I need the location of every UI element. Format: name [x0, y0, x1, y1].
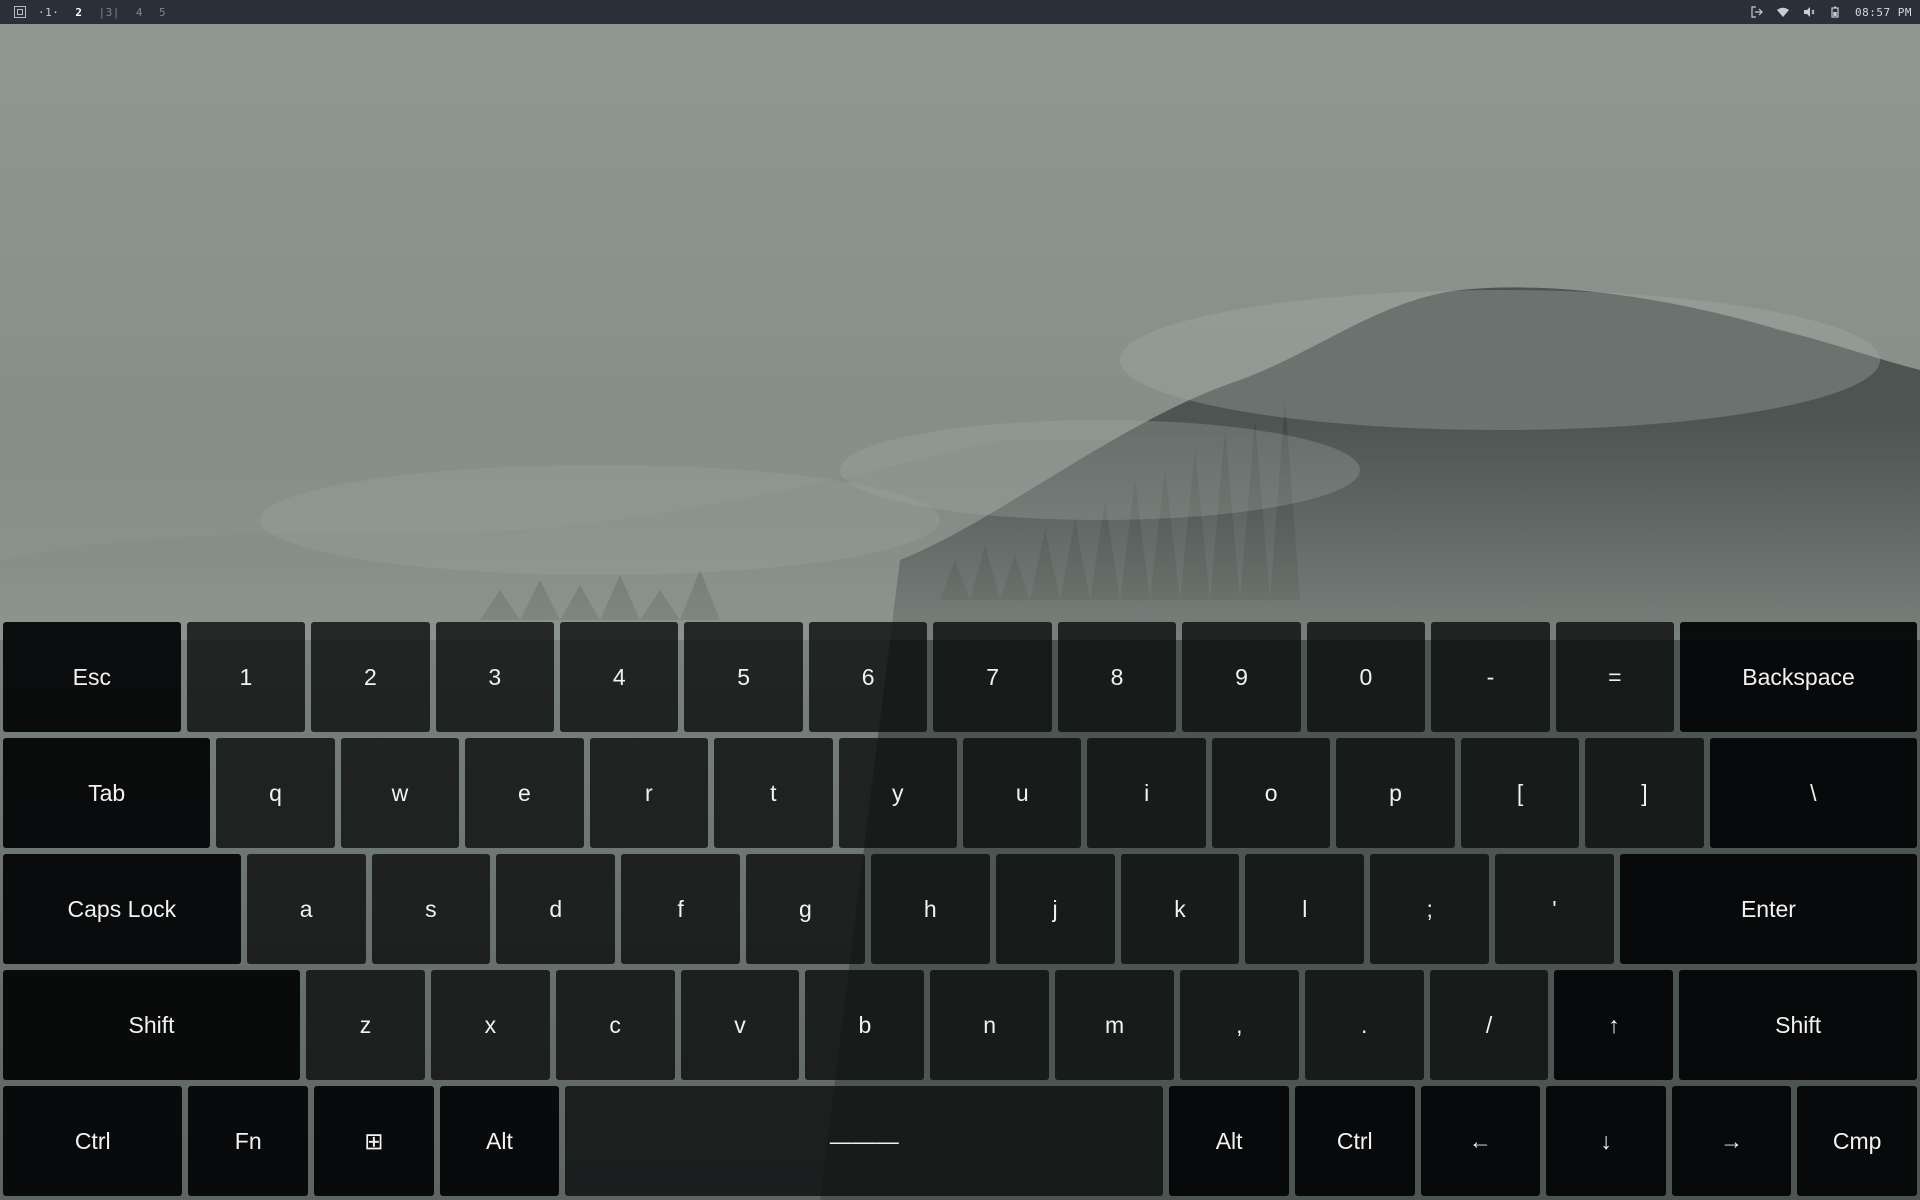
key-5[interactable]: 5 — [684, 622, 803, 732]
key-minus[interactable]: - — [1431, 622, 1550, 732]
key-d[interactable]: d — [496, 854, 616, 964]
key-n[interactable]: n — [930, 970, 1050, 1080]
key-arrow-left[interactable]: ← — [1420, 1086, 1541, 1196]
workspace-2[interactable]: 2 — [75, 6, 82, 19]
key-o[interactable]: o — [1211, 738, 1331, 848]
key-9[interactable]: 9 — [1182, 622, 1301, 732]
workspace-3[interactable]: |3| — [99, 6, 120, 19]
key-comma[interactable]: , — [1179, 970, 1299, 1080]
key-apostrophe[interactable]: ' — [1495, 854, 1614, 964]
key-ctrl-right[interactable]: Ctrl — [1294, 1086, 1415, 1196]
key-right-bracket[interactable]: ] — [1585, 738, 1704, 848]
key-r[interactable]: r — [589, 738, 709, 848]
key-esc[interactable]: Esc — [3, 622, 181, 732]
clock: 08:57 PM — [1855, 5, 1912, 19]
battery-icon[interactable] — [1829, 6, 1841, 18]
key-period[interactable]: . — [1304, 970, 1424, 1080]
key-super[interactable]: ⊞ — [314, 1086, 434, 1196]
key-shift-left[interactable]: Shift — [3, 970, 301, 1080]
key-q[interactable]: q — [216, 738, 335, 848]
key-3[interactable]: 3 — [435, 622, 555, 732]
volume-icon[interactable] — [1803, 6, 1815, 18]
key-k[interactable]: k — [1120, 854, 1240, 964]
layout-icon[interactable] — [14, 6, 26, 18]
key-u[interactable]: u — [963, 738, 1082, 848]
key-6[interactable]: 6 — [808, 622, 928, 732]
key-left-bracket[interactable]: [ — [1460, 738, 1580, 848]
key-alt-right[interactable]: Alt — [1169, 1086, 1289, 1196]
logout-icon[interactable] — [1751, 6, 1763, 18]
workspace-5[interactable]: 5 — [159, 6, 166, 19]
key-backslash[interactable]: \ — [1709, 738, 1917, 848]
key-s[interactable]: s — [371, 854, 491, 964]
key-y[interactable]: y — [838, 738, 957, 848]
key-tab[interactable]: Tab — [3, 738, 211, 848]
top-panel: ·1· 2 |3| 4 5 08:57 PM — [0, 0, 1920, 24]
key-b[interactable]: b — [805, 970, 925, 1080]
key-f[interactable]: f — [621, 854, 741, 964]
key-4[interactable]: 4 — [560, 622, 679, 732]
key-m[interactable]: m — [1055, 970, 1174, 1080]
key-ctrl-left[interactable]: Ctrl — [3, 1086, 183, 1196]
workspace-1[interactable]: ·1· — [38, 6, 59, 19]
key-j[interactable]: j — [995, 854, 1115, 964]
key-enter[interactable]: Enter — [1619, 854, 1917, 964]
key-arrow-right[interactable]: → — [1671, 1086, 1792, 1196]
key-semicolon[interactable]: ; — [1370, 854, 1490, 964]
key-p[interactable]: p — [1336, 738, 1455, 848]
key-0[interactable]: 0 — [1306, 622, 1426, 732]
key-z[interactable]: z — [306, 970, 425, 1080]
key-e[interactable]: e — [465, 738, 584, 848]
key-w[interactable]: w — [340, 738, 460, 848]
key-arrow-down[interactable]: ↓ — [1546, 1086, 1666, 1196]
key-2[interactable]: 2 — [311, 622, 430, 732]
on-screen-keyboard: Esc 1 2 3 4 5 6 7 8 9 0- = Backspace Tab q w e r t y u i o p[] \… — [0, 620, 1920, 1200]
workspace-4[interactable]: 4 — [136, 6, 143, 19]
key-space[interactable]: ——— — [565, 1086, 1164, 1196]
key-t[interactable]: t — [714, 738, 833, 848]
key-g[interactable]: g — [746, 854, 865, 964]
wifi-icon[interactable] — [1777, 6, 1790, 18]
key-a[interactable]: a — [246, 854, 366, 964]
key-shift-right[interactable]: Shift — [1679, 970, 1917, 1080]
key-x[interactable]: x — [430, 970, 550, 1080]
key-arrow-up[interactable]: ↑ — [1554, 970, 1674, 1080]
key-backspace[interactable]: Backspace — [1680, 622, 1917, 732]
key-l[interactable]: l — [1245, 854, 1365, 964]
key-8[interactable]: 8 — [1057, 622, 1177, 732]
key-7[interactable]: 7 — [933, 622, 1052, 732]
key-compose[interactable]: Cmp — [1797, 1086, 1917, 1196]
key-c[interactable]: c — [555, 970, 675, 1080]
key-alt-left[interactable]: Alt — [439, 1086, 560, 1196]
key-h[interactable]: h — [870, 854, 990, 964]
key-i[interactable]: i — [1087, 738, 1206, 848]
key-v[interactable]: v — [680, 970, 800, 1080]
key-equals[interactable]: = — [1555, 622, 1675, 732]
key-slash[interactable]: / — [1429, 970, 1549, 1080]
key-fn[interactable]: Fn — [188, 1086, 309, 1196]
key-1[interactable]: 1 — [186, 622, 306, 732]
key-caps-lock[interactable]: Caps Lock — [3, 854, 241, 964]
